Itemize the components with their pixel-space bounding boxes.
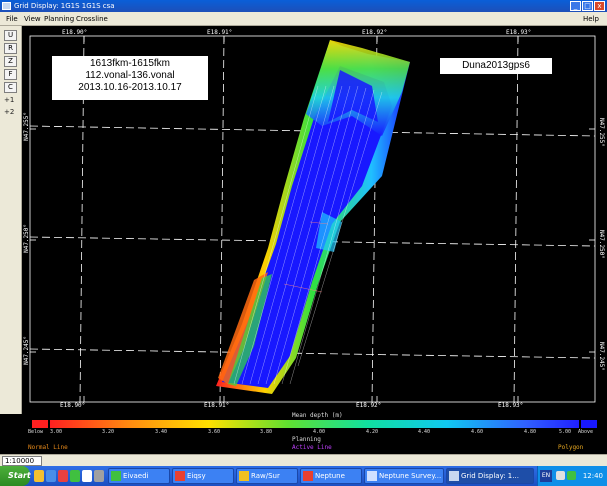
vessel-label: Duna2013gps6 <box>440 58 552 74</box>
tool-zoom-button[interactable]: Z <box>4 56 17 67</box>
legend-tick: 4.40 <box>418 429 431 435</box>
task-eivaedi[interactable]: Eivaedi <box>108 468 170 484</box>
task-label: Eivaedi <box>123 472 149 480</box>
survey-date-range: 2013.10.16-2013.10.17 <box>78 82 182 93</box>
color-scale-bar <box>32 420 597 428</box>
survey-line-range: 112.vonal-136.vonal <box>85 70 175 81</box>
coord-right-2: N47.250° <box>598 230 605 259</box>
legend-tick: 3.60 <box>208 429 221 435</box>
tool-u-button[interactable]: U <box>4 30 17 41</box>
task-app-icon <box>367 471 377 481</box>
menubar: File View Planning Crossline Help <box>0 12 607 26</box>
minimize-button[interactable]: _ <box>570 1 581 11</box>
coord-right-1: N47.255° <box>598 118 605 147</box>
menu-help[interactable]: Help <box>583 12 599 26</box>
legend-tick: 4.20 <box>366 429 379 435</box>
legend-tick: 3.20 <box>102 429 115 435</box>
task-label: Eiqsy <box>187 472 206 480</box>
legend-tick: 3.00 <box>50 429 63 435</box>
legend-tick: 5.00 <box>559 429 572 435</box>
task-app-icon <box>175 471 185 481</box>
quicklaunch-app3-icon[interactable] <box>82 470 92 482</box>
app-icon <box>2 2 11 10</box>
legend-normal-line: Normal Line <box>28 444 68 451</box>
system-tray: EN 12:40 <box>537 466 607 486</box>
task-neptune-survey[interactable]: Neptune Survey... <box>364 468 444 484</box>
survey-km-range: 1613fkm-1615fkm <box>89 58 171 69</box>
coord-bottom-4: E18.93° <box>498 402 524 409</box>
quicklaunch-folder-icon[interactable] <box>34 470 44 482</box>
legend-subtitle: Planning <box>292 436 321 443</box>
legend-active-line: Active Line <box>292 444 332 451</box>
legend-tick: 3.80 <box>260 429 273 435</box>
clock: 12:40 <box>582 472 603 480</box>
task-rawsur[interactable]: Raw/Sur <box>236 468 298 484</box>
coord-top-3: E18.92° <box>362 29 388 36</box>
tool-palette: U R Z F C +1 +2 <box>0 26 22 414</box>
start-button[interactable]: Start <box>0 466 31 486</box>
tool-plus2[interactable]: +2 <box>4 108 14 116</box>
grid-display-canvas[interactable]: 1613fkm-1615fkm 112.vonal-136.vonal 2013… <box>22 26 607 414</box>
close-button[interactable]: x <box>594 1 605 11</box>
legend-title: Mean depth (m) <box>292 412 343 419</box>
taskbar: Start Eivaedi Eiqsy Raw/Sur Neptune Nept… <box>0 466 607 486</box>
task-label: Raw/Sur <box>251 472 280 480</box>
coord-left-1: N47.255° <box>23 112 30 141</box>
tool-f-button[interactable]: F <box>4 69 17 80</box>
legend-tick: 4.60 <box>471 429 484 435</box>
coord-bottom-3: E18.92° <box>356 402 382 409</box>
language-indicator[interactable]: EN <box>540 470 552 482</box>
maximize-button[interactable]: □ <box>582 1 593 11</box>
coord-bottom-1: E18.90° <box>60 402 86 409</box>
depth-legend: Mean depth (m) Below 3.00 3.20 3.40 3.60… <box>22 412 607 454</box>
coord-top-2: E18.91° <box>207 29 233 36</box>
tray-speaker-icon[interactable] <box>556 471 565 480</box>
coord-right-3: N47.245° <box>598 342 605 371</box>
menu-file[interactable]: File <box>6 12 18 26</box>
scale-field[interactable]: 1:10000 <box>2 456 42 466</box>
quicklaunch-app4-icon[interactable] <box>94 470 104 482</box>
task-app-icon <box>449 471 459 481</box>
task-neptune[interactable]: Neptune <box>300 468 362 484</box>
task-label: Neptune Survey... <box>379 472 442 480</box>
task-app-icon <box>239 471 249 481</box>
tool-plus1[interactable]: +1 <box>4 96 14 104</box>
menu-view[interactable]: View <box>24 12 41 26</box>
tray-network-icon[interactable] <box>567 471 576 480</box>
window-title: Grid Display: 1G1S 1G1S csa <box>14 2 115 10</box>
coord-bottom-2: E18.91° <box>204 402 230 409</box>
task-grid-display[interactable]: Grid Display: 1... <box>446 468 534 484</box>
task-eiqsy[interactable]: Eiqsy <box>172 468 234 484</box>
legend-polygon: Polygon <box>558 444 584 451</box>
tool-r-button[interactable]: R <box>4 43 17 54</box>
task-app-icon <box>111 471 121 481</box>
quicklaunch-browser-icon[interactable] <box>46 470 56 482</box>
tool-c-button[interactable]: C <box>4 82 17 93</box>
statusbar: 1:10000 <box>0 454 607 466</box>
menu-planning[interactable]: Planning <box>44 12 74 26</box>
legend-tick: 3.40 <box>155 429 168 435</box>
task-label: Neptune <box>315 472 345 480</box>
coord-left-3: N47.245° <box>23 336 30 365</box>
task-app-icon <box>303 471 313 481</box>
quicklaunch-app2-icon[interactable] <box>70 470 80 482</box>
coord-top-4: E18.93° <box>506 29 532 36</box>
quicklaunch-app-icon[interactable] <box>58 470 68 482</box>
menu-crossline[interactable]: Crossline <box>76 12 108 26</box>
coord-left-2: N47.250° <box>23 224 30 253</box>
legend-above-label: Above <box>578 429 594 435</box>
legend-below-label: Below <box>28 429 44 435</box>
task-label: Grid Display: 1... <box>461 472 519 480</box>
window-titlebar: Grid Display: 1G1S 1G1S csa _ □ x <box>0 0 607 12</box>
coord-top-1: E18.90° <box>62 29 88 36</box>
legend-tick: 4.80 <box>524 429 537 435</box>
legend-tick: 4.00 <box>313 429 326 435</box>
survey-info-box: 1613fkm-1615fkm 112.vonal-136.vonal 2013… <box>52 56 208 100</box>
